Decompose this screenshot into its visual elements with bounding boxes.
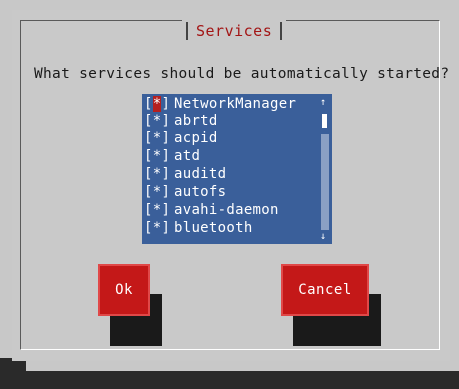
services-listbox[interactable]: [*] NetworkManager [*] abrtd [*] acpid [*] a… <box>142 94 332 244</box>
question-text: What services should be automatically st… <box>34 66 450 82</box>
service-name: bluetooth <box>174 220 253 236</box>
scroll-thumb[interactable] <box>322 114 327 128</box>
arrow-up-icon[interactable]: ↑ <box>320 98 326 108</box>
service-name: autofs <box>174 184 227 200</box>
services-dialog: Services What services should be automat… <box>12 10 450 361</box>
list-item[interactable]: [*] acpid <box>142 130 318 147</box>
check-mark: * <box>152 96 162 112</box>
service-name: abrtd <box>174 113 218 129</box>
service-name: avahi-daemon <box>174 202 279 218</box>
cancel-button[interactable]: Cancel <box>281 264 369 316</box>
list-item[interactable]: [*] auditd <box>142 166 318 183</box>
checkbox[interactable]: [*] <box>142 96 174 113</box>
arrow-down-icon[interactable]: ↓ <box>320 232 326 242</box>
list-item[interactable]: [*] abrtd <box>142 113 318 130</box>
checkbox[interactable]: [*] <box>142 166 174 183</box>
list-item[interactable]: [*] autofs <box>142 184 318 201</box>
service-name: auditd <box>174 166 227 182</box>
checkbox[interactable]: [*] <box>142 184 174 201</box>
dialog-title-bar: Services <box>182 18 287 44</box>
service-name: acpid <box>174 130 218 146</box>
bottom-shadow <box>0 371 459 389</box>
service-name: atd <box>174 148 201 164</box>
checkbox[interactable]: [*] <box>142 202 174 219</box>
list-item[interactable]: [*] avahi-daemon <box>142 202 318 219</box>
list-scrollbar[interactable]: ↑ ↓ <box>318 94 332 244</box>
checkbox[interactable]: [*] <box>142 148 174 165</box>
list-item[interactable]: [*] NetworkManager <box>142 96 318 113</box>
title-right-bar <box>280 22 283 40</box>
list-item[interactable]: [*] atd <box>142 148 318 165</box>
scroll-track[interactable] <box>321 134 329 230</box>
checkbox[interactable]: [*] <box>142 220 174 237</box>
checkbox[interactable]: [*] <box>142 130 174 147</box>
service-name: NetworkManager <box>174 96 297 112</box>
ok-button[interactable]: Ok <box>98 264 150 316</box>
checkbox[interactable]: [*] <box>142 113 174 130</box>
list-item[interactable]: [*] bluetooth <box>142 220 318 237</box>
dialog-title: Services <box>196 22 273 40</box>
